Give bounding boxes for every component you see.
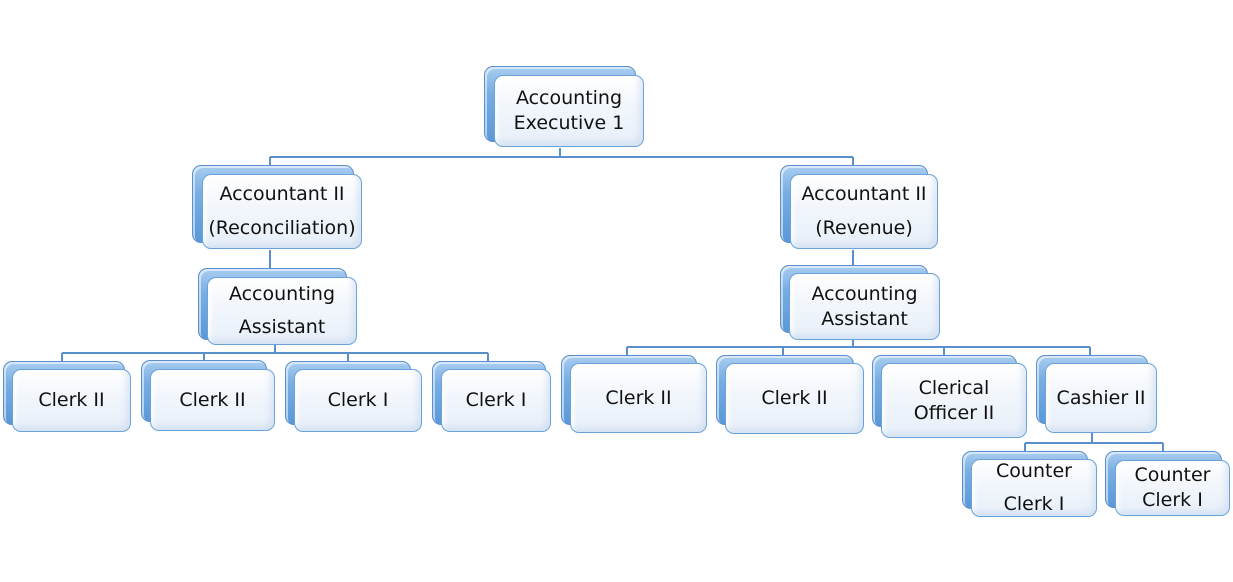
node-label-line: Accounting [515,87,623,110]
node-accounting-executive[interactable]: Accounting Executive 1 [484,66,646,149]
node-label-line: (Revenue) [815,216,913,239]
node-label-card: Counter Clerk I [971,459,1097,517]
node-accounting-assistant-left[interactable]: Accounting Assistant [198,268,359,347]
node-label-card: Clerk II [570,363,707,433]
node-label-line: Clerk I [1003,493,1065,515]
node-label-line: Clerk I [465,389,527,412]
node-label-card: Accounting Executive 1 [494,75,644,147]
node-label-card: Accounting Assistant [207,277,357,345]
node-label-card: Accountant II (Revenue) [790,174,938,249]
node-label-line: (Reconciliation) [208,216,356,239]
node-label-card: Cashier II [1045,363,1157,433]
org-chart: Accounting Executive 1 Accountant II (Reco… [0,0,1233,582]
node-counter-clerk-2[interactable]: Counter Clerk I [1105,451,1232,518]
node-label-line: Accountant II [801,183,927,206]
node-label-card: Accounting Assistant [789,273,940,340]
node-cashier-ii[interactable]: Cashier II [1036,355,1159,435]
node-label-line: Counter [1134,464,1211,487]
node-clerk-ii-left-1[interactable]: Clerk II [3,361,133,434]
node-label-card: Clerk I [294,369,422,432]
node-label-line: Executive 1 [513,112,625,134]
node-accounting-assistant-right[interactable]: Accounting Assistant [780,265,942,342]
node-label-line: Clerk II [179,388,246,411]
node-label-line: Counter [996,459,1072,482]
node-accountant-reconciliation[interactable]: Accountant II (Reconciliation) [192,165,364,251]
node-label-line: Assistant [238,316,326,338]
node-label-line: Clerical [918,376,990,399]
node-label-line: Assistant [821,307,908,330]
node-label-line: Accounting [811,282,918,305]
node-label-line: Clerk II [761,387,828,410]
node-clerk-ii-right-2[interactable]: Clerk II [716,355,866,436]
node-label-line: Cashier II [1056,386,1146,409]
node-label-line: Officer II [913,401,995,424]
node-label-line: Clerk II [38,389,105,412]
node-label-card: Clerk II [150,369,275,431]
node-accountant-revenue[interactable]: Accountant II (Revenue) [780,165,940,251]
node-label-card: Clerk II [12,369,131,432]
node-label-card: Clerk II [725,363,864,434]
node-label-line: Accountant II [219,183,345,206]
node-clerk-i-left-3[interactable]: Clerk I [285,361,424,434]
node-label-card: Accountant II (Reconciliation) [202,174,362,249]
node-label-line: Accounting [228,282,336,305]
node-label-card: Counter Clerk I [1115,460,1230,516]
node-clerk-ii-left-2[interactable]: Clerk II [141,360,277,433]
node-clerk-ii-right-1[interactable]: Clerk II [561,355,709,435]
node-label-card: Clerk I [441,369,551,432]
node-label-line: Clerk I [327,389,389,412]
node-label-line: Clerk II [605,386,672,409]
node-label-card: Clerical Officer II [881,363,1027,438]
node-counter-clerk-1[interactable]: Counter Clerk I [962,451,1099,519]
node-label-line: Clerk I [1142,489,1203,511]
node-clerical-officer-ii[interactable]: Clerical Officer II [872,355,1029,440]
node-clerk-i-left-4[interactable]: Clerk I [432,361,553,434]
